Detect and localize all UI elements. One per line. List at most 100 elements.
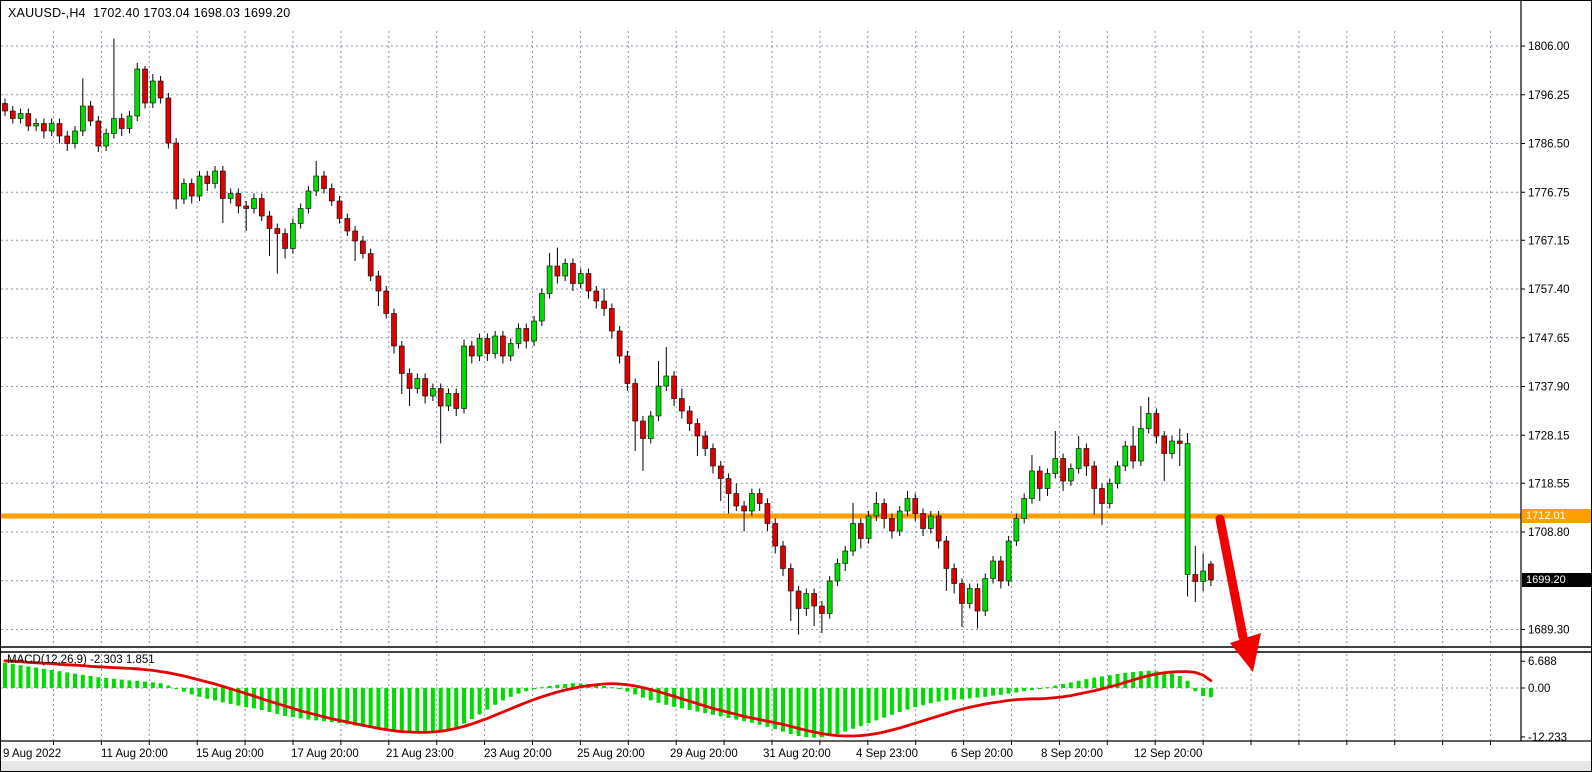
macd-histogram-bar: [275, 688, 279, 714]
bull-candle-body: [127, 116, 132, 129]
macd-histogram-bar: [299, 688, 303, 718]
bear-candle-body: [1131, 446, 1136, 461]
bear-candle-body: [742, 506, 747, 511]
macd-indicator-label: MACD(12,26,9) -2.303 1.851: [7, 654, 155, 666]
price-axis-label: 1796.25: [1528, 90, 1570, 102]
price-axis-label: 1708.80: [1528, 527, 1570, 539]
bear-candle-body: [819, 606, 824, 614]
macd-histogram-bar: [1100, 676, 1104, 688]
time-axis-label: 11 Aug 20:00: [101, 748, 168, 760]
bear-candle-body: [236, 194, 241, 207]
bull-candle-body: [477, 339, 482, 357]
macd-histogram-bar: [1123, 673, 1127, 688]
bull-candle-body: [874, 504, 879, 517]
macd-histogram-bar: [913, 688, 917, 707]
bear-candle-body: [765, 504, 770, 524]
bear-candle-body: [921, 514, 926, 529]
candle: [1006, 536, 1011, 586]
macd-histogram-bar: [34, 668, 38, 688]
bull-candle-body: [578, 274, 583, 284]
macd-histogram-bar: [867, 688, 871, 723]
bear-candle-body: [959, 584, 964, 604]
bear-candle-body: [594, 291, 599, 301]
bear-candle-body: [407, 374, 412, 389]
bull-candle-body: [516, 329, 521, 344]
macd-histogram-bar: [509, 688, 513, 697]
bear-candle-body: [944, 541, 949, 569]
bull-candle-body: [983, 579, 988, 612]
macd-histogram-bar: [703, 688, 707, 713]
chart-title: XAUUSD-,H4 1702.40 1703.04 1698.03 1699.…: [8, 6, 290, 20]
time-axis-label: 6 Sep 20:00: [951, 748, 1013, 760]
macd-histogram-bar: [104, 678, 108, 688]
candle: [983, 574, 988, 617]
macd-histogram-bar: [828, 688, 832, 736]
bull-candle-body: [1022, 499, 1027, 519]
macd-histogram-bar: [3, 663, 7, 688]
bull-candle-body: [1146, 414, 1151, 429]
macd-histogram-bar: [812, 688, 816, 738]
macd-histogram-bar: [135, 681, 139, 688]
macd-histogram-bar: [65, 672, 69, 688]
bear-candle-body: [166, 98, 171, 143]
bear-candle-body: [1208, 564, 1213, 580]
bear-candle-body: [454, 394, 459, 409]
candle: [648, 411, 653, 444]
candle: [866, 511, 871, 544]
macd-histogram-bar: [1092, 678, 1096, 688]
time-axis-label: 29 Aug 20:00: [670, 748, 738, 760]
macd-histogram-bar: [26, 666, 30, 688]
bear-candle-body: [1092, 466, 1097, 489]
macd-histogram-bar: [1061, 684, 1065, 688]
macd-histogram-bar: [1046, 687, 1050, 688]
macd-histogram-bar: [602, 686, 606, 688]
bull-candle-body: [251, 199, 256, 209]
price-axis-label: 1757.40: [1528, 284, 1570, 296]
bull-candle-body: [664, 376, 669, 386]
macd-histogram-bar: [244, 688, 248, 707]
macd-histogram-bar: [182, 688, 186, 692]
bear-candle-body: [617, 331, 622, 356]
macd-histogram-bar: [96, 677, 100, 688]
macd-values: -2.303 1.851: [90, 654, 155, 666]
bull-candle-body: [539, 294, 544, 322]
macd-histogram-bar: [73, 674, 77, 688]
bear-candle-body: [1177, 441, 1182, 444]
price-axis-label: 1747.65: [1528, 333, 1570, 345]
bull-candle-body: [804, 594, 809, 609]
macd-histogram-bar: [400, 688, 404, 732]
bull-candle-body: [547, 266, 552, 294]
bear-candle-body: [158, 81, 163, 98]
chart-canvas[interactable]: 1806.001796.251786.501776.751767.151757.…: [1, 1, 1592, 772]
bull-candle-body: [508, 344, 513, 357]
macd-histogram-bar: [1201, 688, 1205, 696]
macd-histogram-bar: [384, 688, 388, 730]
bull-candle-body: [648, 416, 653, 439]
bear-candle-body: [423, 379, 428, 397]
bull-candle-body: [1029, 471, 1034, 499]
macd-histogram-bar: [664, 688, 668, 705]
bull-candle-body: [18, 114, 23, 119]
macd-histogram-bar: [221, 688, 225, 702]
macd-histogram-bar: [361, 688, 365, 727]
macd-histogram-bar: [478, 688, 482, 714]
bear-candle-body: [1154, 414, 1159, 437]
window-bottom-strip: [1, 761, 1592, 772]
bull-candle-body: [104, 134, 109, 147]
candle: [166, 93, 171, 149]
bear-candle-body: [672, 376, 677, 399]
macd-histogram-bar: [968, 688, 972, 698]
bear-candle-body: [353, 231, 358, 241]
candle: [174, 138, 179, 209]
bull-candle-body: [563, 264, 568, 277]
macd-histogram-bar: [151, 682, 155, 688]
time-axis-label: 8 Sep 20:00: [1041, 748, 1103, 760]
macd-histogram-bar: [1186, 681, 1190, 688]
macd-axis-label: -12.233: [1528, 732, 1567, 744]
time-axis-label: 21 Aug 23:00: [386, 748, 454, 760]
macd-histogram-bar: [446, 688, 450, 730]
macd-histogram-bar: [501, 688, 505, 700]
bear-candle-body: [773, 524, 778, 547]
bull-candle-body: [1006, 541, 1011, 581]
bear-candle-body: [3, 104, 8, 112]
